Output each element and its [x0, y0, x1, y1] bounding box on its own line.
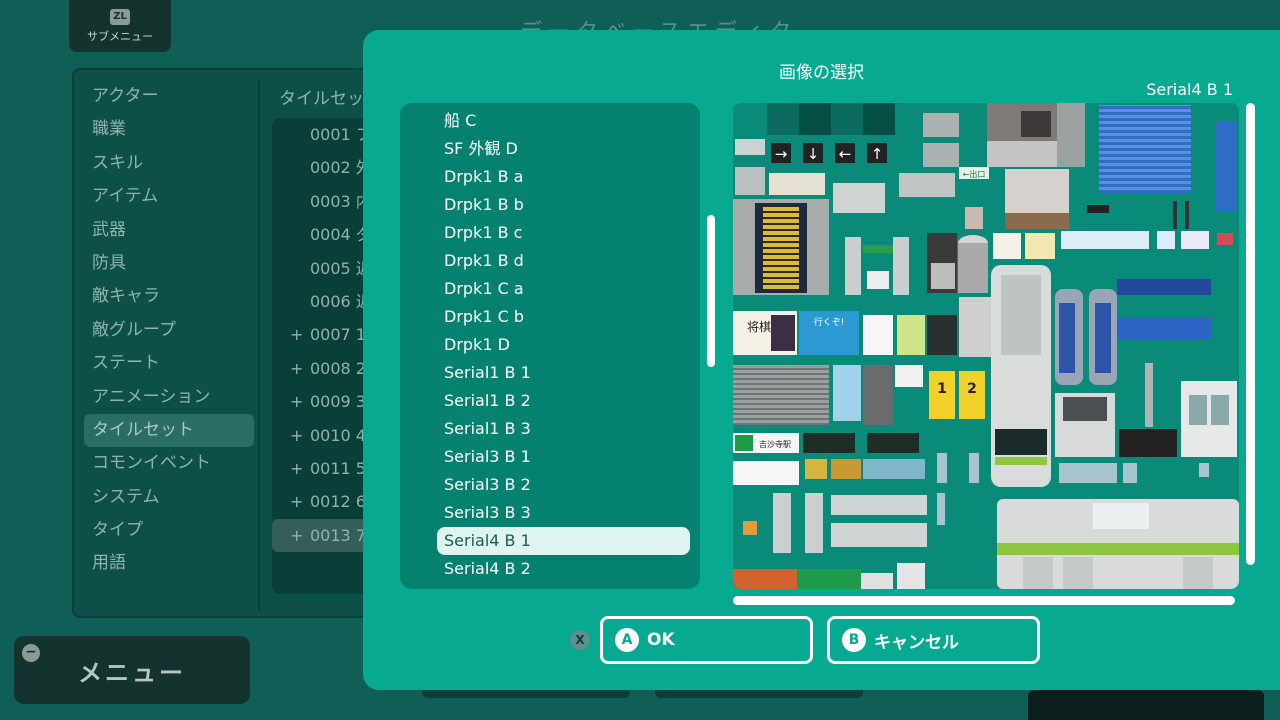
preview-horizontal-scrollbar[interactable] — [733, 596, 1235, 605]
tileset-item-label: 0011 5 — [310, 458, 366, 478]
preview-filename: Serial4 B 1 — [1146, 80, 1233, 99]
category-item[interactable]: タイプ — [84, 514, 254, 547]
b-button-icon: B — [842, 628, 866, 652]
database-panel: アクター 職業 スキル アイテム 武器 防具 敵キャラ 敵グループ ステート アニメーション タイル… — [72, 68, 412, 618]
tileset-item-label: 0013 7 — [310, 525, 366, 545]
x-button-icon[interactable]: X — [570, 630, 590, 650]
file-list-item[interactable]: Serial3 B 3 — [400, 499, 700, 527]
file-list-item[interactable]: 船 C — [400, 107, 700, 135]
file-list-item[interactable]: Drpk1 C a — [400, 275, 700, 303]
svg-text:←出口: ←出口 — [963, 169, 986, 179]
tileset-item-label: 0007 1 — [310, 325, 366, 345]
zl-button-icon: ZL — [110, 8, 130, 25]
a-button-icon: A — [615, 628, 639, 652]
file-list-item[interactable]: Serial1 B 2 — [400, 387, 700, 415]
submenu-button[interactable]: ZL サブメニュー — [69, 0, 171, 52]
category-item[interactable]: スキル — [84, 147, 254, 180]
file-list-item[interactable]: Drpk1 C b — [400, 303, 700, 331]
file-list-item[interactable]: Serial3 B 1 — [400, 443, 700, 471]
category-item[interactable]: ステート — [84, 347, 254, 380]
menu-label: メニュー — [78, 658, 186, 687]
tileset-item-label: 0008 2 — [310, 358, 366, 378]
menu-button[interactable]: − メニュー — [14, 636, 250, 704]
minus-button-icon: − — [22, 644, 40, 662]
submenu-label: サブメニュー — [87, 29, 153, 43]
station-name-board: 吉沙寺駅 — [759, 440, 791, 449]
category-item[interactable]: 用語 — [84, 547, 254, 580]
file-list-scrollbar[interactable] — [707, 215, 715, 367]
file-list-item[interactable]: Serial4 B 2 — [400, 555, 700, 583]
image-file-list[interactable]: 船 C SF 外観 D Drpk1 B a Drpk1 B b Drpk1 B c Drp… — [400, 103, 700, 589]
category-item[interactable]: 防具 — [84, 247, 254, 280]
category-item[interactable]: 職業 — [84, 113, 254, 146]
category-item[interactable]: 敵キャラ — [84, 280, 254, 313]
tileset-item-label: 0009 3 — [310, 392, 366, 412]
dialog-title: 画像の選択 — [779, 63, 864, 83]
svg-text:↑: ↑ — [871, 145, 884, 163]
file-list-item[interactable]: Serial1 B 1 — [400, 359, 700, 387]
file-list-item[interactable]: Drpk1 B d — [400, 247, 700, 275]
category-item[interactable]: アイテム — [84, 180, 254, 213]
file-list-item[interactable]: Drpk1 D — [400, 331, 700, 359]
svg-text:↓: ↓ — [807, 145, 820, 163]
category-list: アクター 職業 スキル アイテム 武器 防具 敵キャラ 敵グループ ステート アニメーション タイル… — [84, 80, 254, 581]
file-list-item[interactable]: Serial4 B 1 — [437, 527, 690, 555]
expand-icon[interactable]: + — [290, 419, 303, 452]
category-item[interactable]: アクター — [84, 80, 254, 113]
cancel-button[interactable]: B キャンセル — [827, 616, 1040, 664]
expand-icon[interactable]: + — [290, 318, 303, 351]
file-list-item[interactable]: Drpk1 B b — [400, 191, 700, 219]
svg-text:←: ← — [839, 145, 852, 163]
svg-text:→: → — [775, 145, 788, 163]
station-sign-1: 将棋 — [747, 320, 771, 334]
expand-icon[interactable]: + — [290, 452, 303, 485]
category-item[interactable]: コモンイベント — [84, 447, 254, 480]
cancel-label: キャンセル — [874, 632, 959, 653]
station-sign-2: 行くぞ! — [814, 316, 845, 328]
category-item[interactable]: タイルセット — [84, 413, 254, 448]
exit-sign-1: 1 — [937, 381, 947, 397]
expand-icon[interactable]: + — [290, 385, 303, 418]
file-list-item[interactable]: Drpk1 B c — [400, 219, 700, 247]
tileset-item-label: 0010 4 — [310, 425, 366, 445]
file-list-item[interactable]: Drpk1 B a — [400, 163, 700, 191]
expand-icon[interactable]: + — [290, 485, 303, 518]
expand-icon[interactable]: + — [290, 519, 303, 552]
ok-label: OK — [647, 630, 675, 650]
file-list-item[interactable]: Serial3 B 2 — [400, 471, 700, 499]
category-item[interactable]: システム — [84, 481, 254, 514]
tileset-preview[interactable]: → ↓ ← ↑ ←出口 将棋 行くぞ! 1 2 吉沙寺駅 — [733, 103, 1239, 589]
expand-icon[interactable]: + — [290, 352, 303, 385]
exit-sign-2: 2 — [967, 381, 977, 397]
category-item[interactable]: アニメーション — [84, 381, 254, 414]
tileset-item-label: 0012 6 — [310, 492, 366, 512]
panel-divider — [258, 80, 260, 610]
ok-button[interactable]: A OK — [600, 616, 813, 664]
background-panel — [1028, 690, 1264, 720]
file-list-item[interactable]: Serial1 B 3 — [400, 415, 700, 443]
tileset-preview-image: → ↓ ← ↑ ←出口 将棋 行くぞ! 1 2 吉沙寺駅 — [733, 103, 1239, 589]
image-select-dialog: 画像の選択 船 C SF 外観 D Drpk1 B a Drpk1 B b Drpk1 … — [363, 30, 1280, 690]
category-item[interactable]: 武器 — [84, 214, 254, 247]
category-item[interactable]: 敵グループ — [84, 314, 254, 347]
file-list-item[interactable]: SF 外観 D — [400, 135, 700, 163]
preview-vertical-scrollbar[interactable] — [1246, 103, 1255, 565]
